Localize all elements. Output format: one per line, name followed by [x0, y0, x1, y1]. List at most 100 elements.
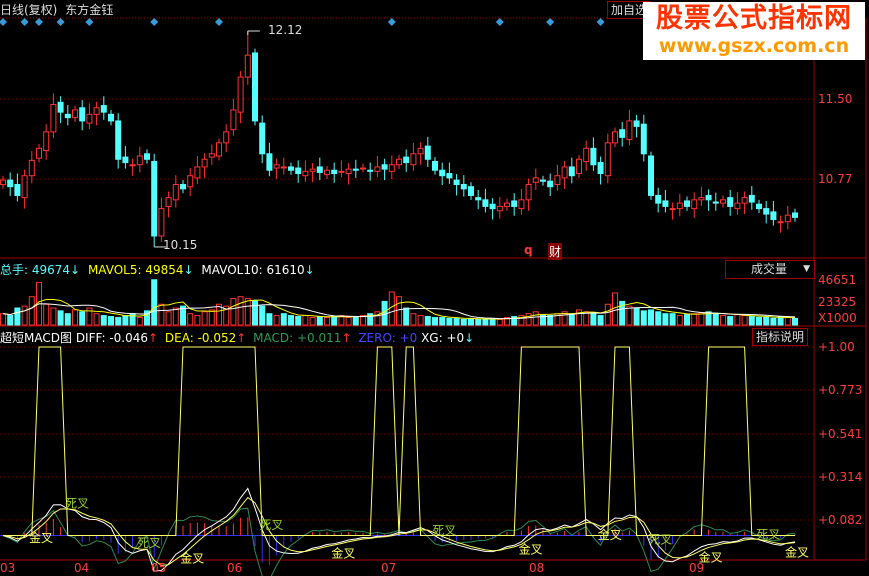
candlestick [72, 109, 78, 119]
high-price-label: 12.12 [268, 23, 303, 37]
candlestick [388, 164, 395, 172]
candlestick [612, 131, 618, 144]
candlestick [417, 147, 424, 155]
candlestick [352, 168, 359, 171]
candlestick [187, 175, 194, 188]
indicator-help-button[interactable]: 指标说明 [752, 328, 809, 346]
info-marker-icon [56, 18, 65, 26]
candlestick [230, 109, 237, 131]
info-marker-icon [35, 18, 43, 26]
volume-bar [756, 316, 762, 326]
candlestick [691, 199, 698, 210]
candlestick [741, 197, 748, 204]
candlestick [453, 179, 460, 185]
candlestick [792, 212, 798, 218]
candlestick [7, 179, 14, 188]
candlestick [590, 147, 597, 166]
golden-cross-label: 金叉 [519, 542, 543, 557]
volume-bar [655, 311, 662, 326]
date-tick: 03 [0, 561, 16, 575]
candlestick [475, 197, 482, 201]
volume-bar [21, 305, 28, 326]
volume-bar [266, 313, 273, 326]
volume-bar [432, 316, 438, 326]
volume-bar [108, 316, 114, 326]
macd-tick: +0.541 [818, 427, 863, 441]
candlestick [784, 214, 791, 223]
candlestick [172, 183, 179, 201]
volume-bar [547, 315, 554, 326]
finance-marker[interactable]: 财 [548, 243, 563, 260]
arrow-down-icon: ↓ [70, 263, 81, 277]
candlestick [295, 167, 302, 175]
candlestick [547, 180, 554, 188]
volume-bar [453, 317, 460, 326]
candlestick [763, 208, 770, 215]
death-cross-label: 死叉 [432, 523, 456, 537]
candlestick [540, 179, 546, 182]
candlestick [208, 153, 215, 158]
candlestick [604, 142, 611, 177]
candlestick [712, 201, 719, 204]
macd-label: MACD: +0.011 [253, 331, 342, 345]
watermark-title: 股票公式指标网 [656, 3, 852, 34]
candlestick [568, 166, 575, 177]
event-marker-q[interactable]: q [524, 243, 533, 257]
xg-label: XG: +0 [421, 331, 465, 345]
candlestick [309, 168, 316, 172]
candlestick [777, 221, 784, 224]
info-marker-icon [387, 18, 396, 26]
volume-bar [424, 316, 431, 326]
candlestick [316, 166, 323, 173]
candlestick [21, 175, 28, 199]
candlestick [302, 170, 309, 177]
candlestick [79, 107, 86, 122]
volume-bar [72, 309, 78, 326]
volume-bar [691, 313, 698, 326]
indicator-select[interactable]: 成交量 ▼ [725, 260, 815, 279]
macd-line [2, 507, 796, 576]
mavol10-label: MAVOL10: 61610 [201, 263, 305, 277]
total-volume-label: 总手: 49674 [0, 263, 71, 277]
volume-bar [734, 314, 741, 326]
candlestick [511, 200, 518, 207]
volume-bar [712, 313, 719, 326]
dropdown-arrow-icon: ▼ [803, 264, 810, 274]
macd-header: 超短MACD图 DIFF: -0.046↑ DEA: -0.052↑ MACD:… [0, 329, 474, 346]
arrow-down-icon: ↓ [183, 263, 194, 277]
info-marker-icon [596, 18, 605, 26]
volume-bar [316, 316, 323, 326]
volume-bar [727, 316, 734, 326]
volume-bar [57, 310, 64, 326]
candlestick [532, 177, 539, 183]
candlestick [345, 168, 352, 175]
volume-bar [259, 305, 266, 326]
death-cross-label: 死叉 [65, 497, 89, 511]
volume-bar [187, 313, 194, 326]
candlestick [144, 153, 150, 160]
volume-bar [439, 316, 446, 326]
volume-bar [136, 316, 143, 326]
candlestick [259, 122, 266, 155]
candlestick [648, 155, 654, 196]
indicator-select-value: 成交量 [751, 262, 788, 276]
volume-bar [115, 316, 122, 326]
volume-bar [43, 303, 50, 326]
candlestick [14, 183, 21, 196]
candlestick [158, 208, 165, 237]
candlestick [482, 199, 489, 207]
volume-bar [194, 315, 201, 326]
volume-bar [648, 309, 654, 326]
candlestick [374, 166, 381, 172]
volume-bar [64, 313, 71, 326]
volume-bar [288, 315, 294, 326]
volume-bar [345, 316, 352, 326]
volume-bar [475, 318, 482, 326]
volume-bar [410, 313, 417, 326]
volume-bar [748, 316, 755, 326]
candlestick [640, 123, 647, 155]
candlestick [266, 153, 273, 171]
candlestick [460, 183, 467, 190]
volume-tick: 23325 [818, 295, 857, 309]
arrow-down-icon: ↓ [304, 263, 315, 277]
